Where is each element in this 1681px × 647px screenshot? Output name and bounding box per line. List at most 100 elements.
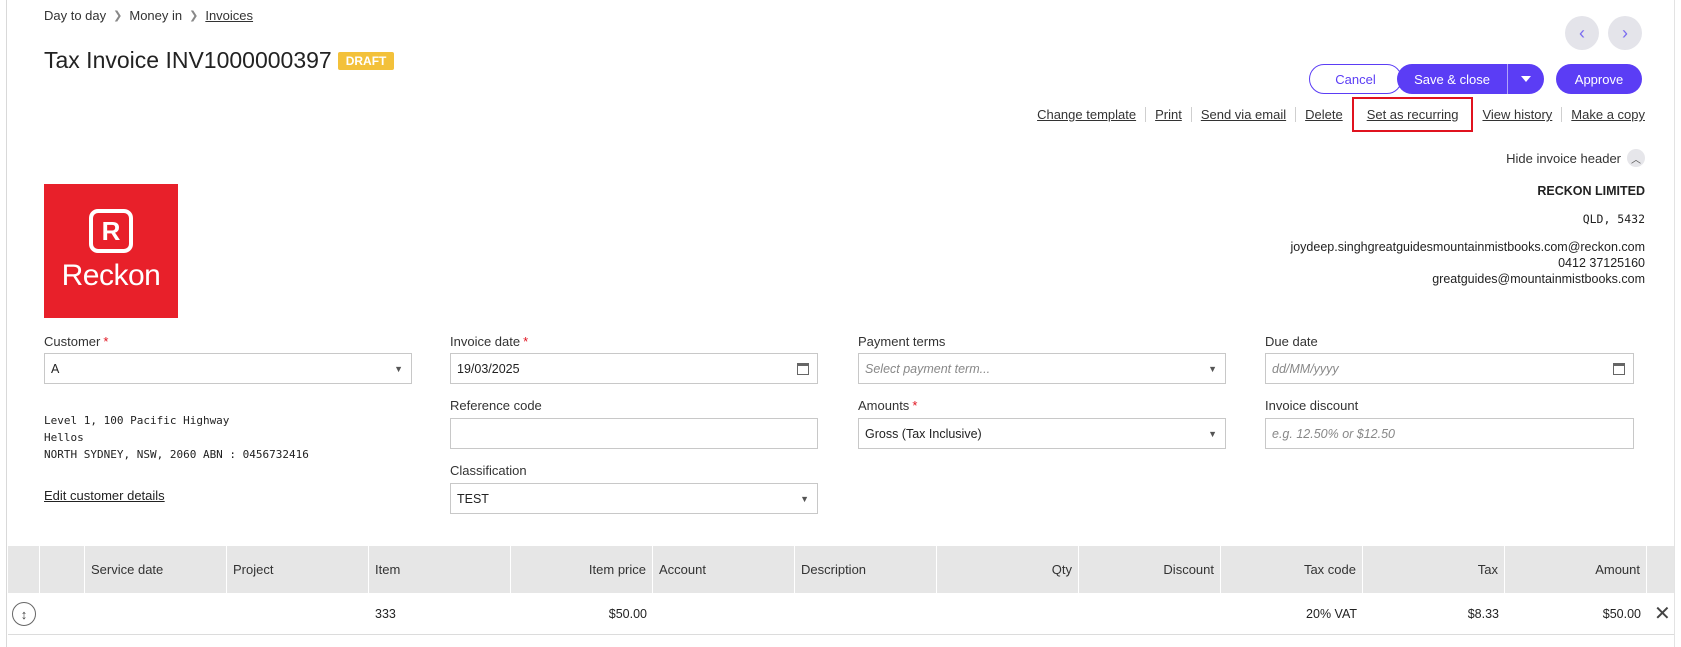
dropdown-arrow-icon: ▼	[1208, 363, 1217, 374]
cell-discount[interactable]	[1079, 593, 1221, 635]
delete-link[interactable]: Delete	[1296, 107, 1352, 122]
due-date-placeholder: dd/MM/yyyy	[1272, 361, 1339, 376]
breadcrumb-invoices[interactable]: Invoices	[205, 8, 253, 23]
header-select-col	[40, 546, 85, 593]
page-title: Tax Invoice INV1000000397 DRAFT	[44, 47, 395, 74]
edit-customer-details-link[interactable]: Edit customer details	[44, 488, 165, 503]
chevron-left-icon: ‹	[1579, 22, 1585, 43]
header-qty[interactable]: Qty	[937, 546, 1079, 593]
dropdown-arrow-icon: ▼	[1208, 428, 1217, 439]
header-discount[interactable]: Discount	[1079, 546, 1221, 593]
header-project[interactable]: Project	[227, 546, 369, 593]
payment-terms-label: Payment terms	[858, 334, 946, 349]
company-email-secondary: greatguides@mountainmistbooks.com	[1432, 272, 1645, 286]
calendar-icon[interactable]	[1613, 362, 1625, 375]
customer-value: A	[51, 361, 60, 376]
previous-invoice-button[interactable]: ‹	[1565, 16, 1599, 50]
cell-tax-code[interactable]: 20% VAT	[1221, 593, 1363, 635]
next-invoice-button[interactable]: ›	[1608, 16, 1642, 50]
print-link[interactable]: Print	[1146, 107, 1192, 122]
breadcrumb-day-to-day[interactable]: Day to day	[44, 8, 106, 23]
breadcrumb-money-in[interactable]: Money in	[129, 8, 182, 23]
view-history-link[interactable]: View history	[1473, 107, 1563, 122]
amounts-value: Gross (Tax Inclusive)	[865, 426, 982, 441]
invoice-discount-label: Invoice discount	[1265, 398, 1359, 413]
cell-service-date[interactable]	[85, 593, 227, 635]
header-description[interactable]: Description	[795, 546, 937, 593]
cell-item[interactable]: 333	[369, 593, 511, 635]
invoice-date-value: 19/03/2025	[457, 361, 520, 376]
payment-terms-placeholder: Select payment term...	[865, 361, 991, 376]
customer-address: Level 1, 100 Pacific Highway Hellos NORT…	[44, 412, 309, 463]
dropdown-arrow-icon: ▼	[800, 493, 809, 504]
address-line-3: NORTH SYDNEY, NSW, 2060 ABN : 0456732416	[44, 448, 309, 461]
chevron-right-icon: ❯	[189, 10, 199, 22]
right-border	[1674, 0, 1675, 647]
cell-tax[interactable]: $8.33	[1363, 593, 1505, 635]
company-email: joydeep.singhgreatguidesmountainmistbook…	[1290, 240, 1645, 254]
amounts-label: Amounts *	[858, 398, 918, 413]
invoice-date-field[interactable]: 19/03/2025	[450, 353, 818, 384]
classification-label: Classification	[450, 463, 527, 478]
header-drag-col	[8, 546, 40, 593]
cancel-button[interactable]: Cancel	[1309, 64, 1402, 94]
cell-amount[interactable]: $50.00	[1505, 593, 1647, 635]
save-close-button-group: Save & close	[1397, 64, 1544, 94]
hide-invoice-header-label: Hide invoice header	[1506, 150, 1621, 166]
header-item[interactable]: Item	[369, 546, 511, 593]
header-service-date[interactable]: Service date	[85, 546, 227, 593]
save-options-dropdown[interactable]	[1508, 75, 1544, 83]
customer-select[interactable]: A ▼	[44, 353, 412, 384]
cell-description[interactable]	[795, 593, 937, 635]
delete-row-icon[interactable]: ✕	[1654, 601, 1671, 626]
save-close-button[interactable]: Save & close	[1397, 72, 1507, 87]
header-account[interactable]: Account	[653, 546, 795, 593]
left-border	[6, 0, 7, 647]
company-name: RECKON LIMITED	[1537, 184, 1645, 198]
header-tax[interactable]: Tax	[1363, 546, 1505, 593]
reference-code-label: Reference code	[450, 398, 542, 413]
approve-button[interactable]: Approve	[1556, 64, 1642, 94]
company-logo: R Reckon	[44, 184, 178, 318]
invoice-date-label: Invoice date *	[450, 334, 529, 349]
status-badge: DRAFT	[337, 51, 395, 70]
logo-wordmark: Reckon	[61, 259, 161, 292]
reference-code-input[interactable]	[450, 418, 818, 449]
calendar-icon[interactable]	[797, 362, 809, 375]
send-via-email-link[interactable]: Send via email	[1192, 107, 1297, 122]
invoice-discount-placeholder: e.g. 12.50% or $12.50	[1272, 426, 1396, 441]
address-line-1: Level 1, 100 Pacific Highway	[44, 414, 230, 427]
classification-select[interactable]: TEST ▼	[450, 483, 818, 514]
customer-label: Customer *	[44, 334, 109, 349]
invoice-discount-input[interactable]: e.g. 12.50% or $12.50	[1265, 418, 1634, 449]
breadcrumb: Day to day ❯ Money in ❯ Invoices	[44, 8, 253, 23]
header-amount[interactable]: Amount	[1505, 546, 1647, 593]
drag-handle-icon[interactable]: ↕	[12, 602, 36, 626]
header-item-price[interactable]: Item price	[511, 546, 653, 593]
hide-invoice-header-toggle[interactable]: Hide invoice header ︿	[1506, 149, 1645, 167]
payment-terms-select[interactable]: Select payment term... ▼	[858, 353, 1226, 384]
cell-project[interactable]	[227, 593, 369, 635]
invoice-title: Tax Invoice INV1000000397	[44, 47, 332, 73]
cell-account[interactable]	[653, 593, 795, 635]
cell-qty[interactable]	[937, 593, 1079, 635]
chevron-right-icon: ❯	[113, 10, 123, 22]
company-location: QLD, 5432	[1582, 212, 1645, 226]
chevron-right-icon: ›	[1622, 22, 1628, 43]
line-items-header: Service date Project Item Item price Acc…	[8, 546, 1674, 593]
set-as-recurring-link[interactable]: Set as recurring	[1351, 97, 1474, 132]
invoice-actions: Change template Print Send via email Del…	[1028, 97, 1645, 132]
chevron-up-icon: ︿	[1627, 149, 1645, 167]
reckon-r-icon: R	[89, 209, 133, 253]
table-row: ↕ 333 $50.00 20% VAT $8.33 $50.00 ✕	[8, 593, 1674, 635]
header-tax-code[interactable]: Tax code	[1221, 546, 1363, 593]
change-template-link[interactable]: Change template	[1028, 107, 1147, 122]
company-phone: 0412 37125160	[1558, 256, 1645, 270]
cell-item-price[interactable]: $50.00	[511, 593, 653, 635]
dropdown-arrow-icon: ▼	[394, 363, 403, 374]
due-date-label: Due date	[1265, 334, 1318, 349]
amounts-select[interactable]: Gross (Tax Inclusive) ▼	[858, 418, 1226, 449]
due-date-field[interactable]: dd/MM/yyyy	[1265, 353, 1634, 384]
caret-down-icon	[1521, 76, 1531, 82]
make-a-copy-link[interactable]: Make a copy	[1562, 107, 1645, 122]
